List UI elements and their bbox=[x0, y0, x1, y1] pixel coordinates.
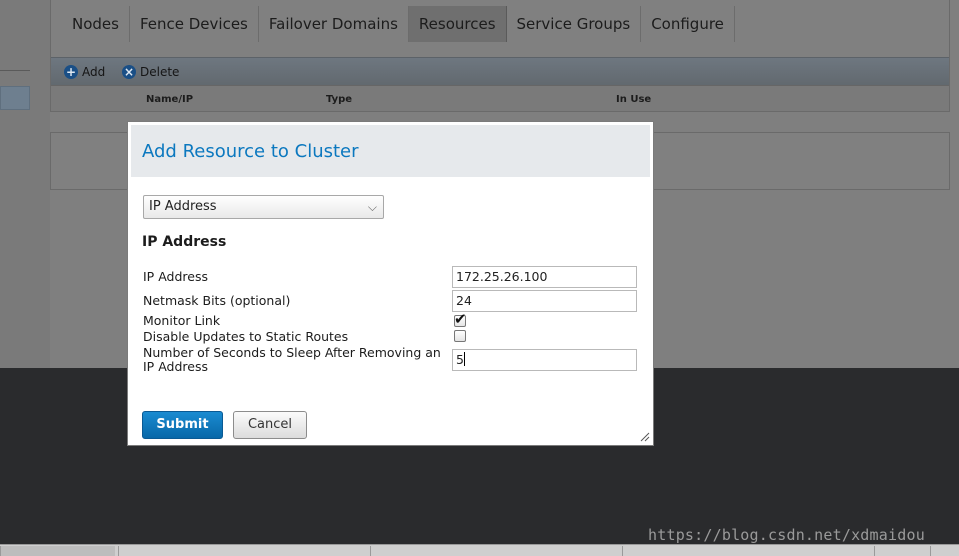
taskbar-item[interactable] bbox=[370, 546, 620, 556]
column-name-ip[interactable]: Name/IP bbox=[146, 94, 193, 105]
dialog-title: Add Resource to Cluster bbox=[142, 141, 359, 162]
resources-toolbar: + Add × Delete bbox=[51, 57, 949, 85]
submit-button[interactable]: Submit bbox=[142, 411, 223, 439]
sidebar-divider bbox=[0, 70, 30, 71]
delete-button[interactable]: × Delete bbox=[122, 64, 179, 80]
tab-service-groups[interactable]: Service Groups bbox=[507, 6, 642, 42]
left-sidebar bbox=[0, 0, 50, 368]
delete-button-label: Delete bbox=[140, 65, 180, 79]
add-button[interactable]: + Add bbox=[64, 64, 105, 80]
add-resource-dialog: Add Resource to Cluster IP Address ⌵ IP … bbox=[127, 121, 654, 446]
tab-nodes[interactable]: Nodes bbox=[51, 6, 130, 42]
resources-panel: Nodes Fence Devices Failover Domains Res… bbox=[50, 0, 950, 112]
plus-circle-icon: + bbox=[64, 65, 78, 79]
taskbar-tray[interactable] bbox=[930, 546, 959, 556]
monitor-link-checkbox[interactable]: ✔ bbox=[454, 310, 467, 328]
main-tabs: Nodes Fence Devices Failover Domains Res… bbox=[51, 6, 735, 42]
taskbar-item[interactable] bbox=[874, 546, 926, 556]
add-button-label: Add bbox=[82, 65, 106, 79]
ip-address-label: IP Address bbox=[143, 269, 208, 284]
taskbar-item[interactable] bbox=[0, 546, 115, 556]
resource-type-value: IP Address bbox=[149, 199, 217, 214]
tab-failover-domains[interactable]: Failover Domains bbox=[259, 6, 409, 42]
watermark-text: https://blog.csdn.net/xdmaidou bbox=[648, 526, 925, 544]
sleep-seconds-input[interactable]: 5 bbox=[452, 349, 637, 371]
netmask-input[interactable]: 24 bbox=[452, 290, 637, 312]
resource-type-select[interactable]: IP Address ⌵ bbox=[143, 195, 384, 219]
dialog-header: Add Resource to Cluster bbox=[131, 125, 650, 177]
tab-fence-devices[interactable]: Fence Devices bbox=[130, 6, 259, 42]
disable-updates-checkbox[interactable] bbox=[454, 330, 466, 342]
monitor-link-label: Monitor Link bbox=[143, 313, 221, 328]
taskbar-item[interactable] bbox=[118, 546, 368, 556]
netmask-label: Netmask Bits (optional) bbox=[143, 293, 291, 308]
text-caret bbox=[463, 352, 465, 366]
resize-grip-icon[interactable] bbox=[638, 430, 650, 442]
sidebar-selected-item[interactable] bbox=[0, 86, 30, 110]
tab-configure[interactable]: Configure bbox=[641, 6, 735, 42]
sleep-seconds-label: Number of Seconds to Sleep After Removin… bbox=[143, 345, 441, 374]
ip-address-input[interactable]: 172.25.26.100 bbox=[452, 266, 637, 288]
tab-resources[interactable]: Resources bbox=[408, 6, 507, 42]
taskbar bbox=[0, 544, 959, 556]
x-circle-icon: × bbox=[122, 65, 136, 79]
taskbar-item[interactable] bbox=[622, 546, 872, 556]
chevron-down-icon: ⌵ bbox=[367, 200, 377, 214]
section-title: IP Address bbox=[142, 234, 227, 250]
column-type[interactable]: Type bbox=[326, 94, 352, 105]
sleep-seconds-value: 5 bbox=[456, 352, 464, 367]
cancel-button[interactable]: Cancel bbox=[233, 411, 307, 439]
column-in-use[interactable]: In Use bbox=[616, 94, 651, 105]
disable-updates-label: Disable Updates to Static Routes bbox=[143, 329, 349, 344]
table-header: Name/IP Type In Use bbox=[51, 85, 949, 111]
checkmark-icon: ✔ bbox=[454, 310, 467, 328]
